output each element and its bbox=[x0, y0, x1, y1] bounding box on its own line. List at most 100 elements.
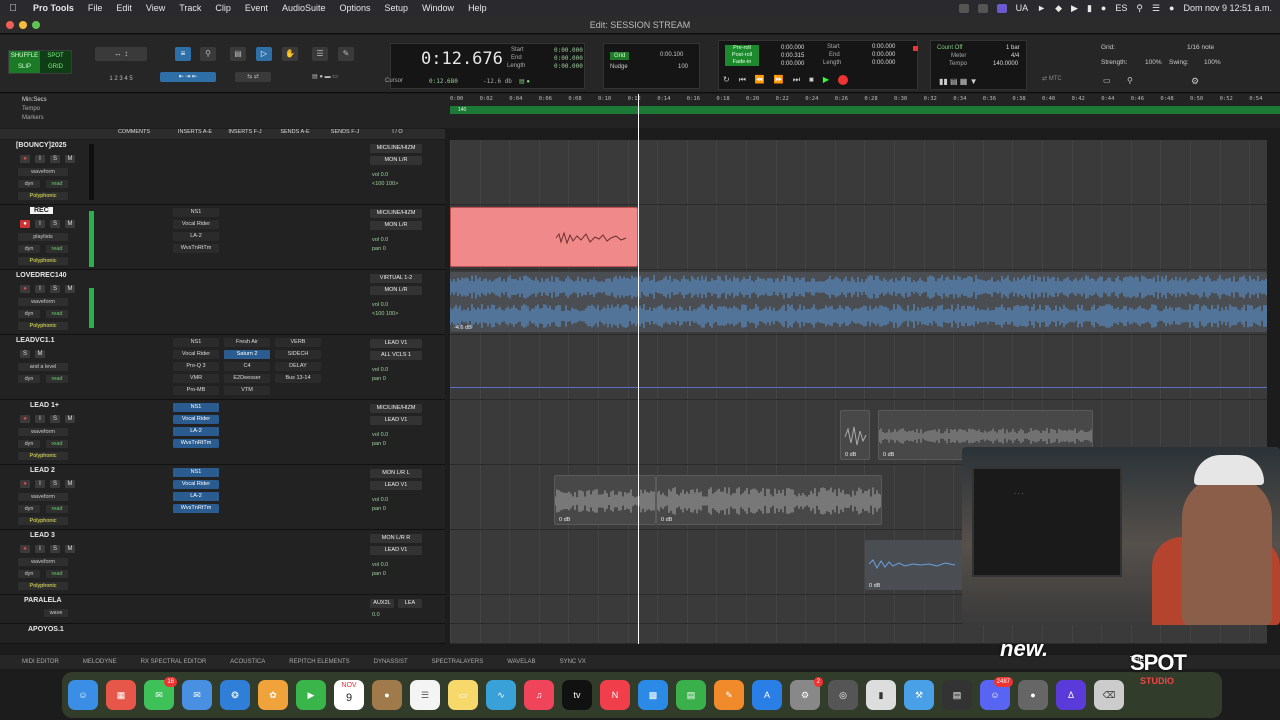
note-value[interactable]: 1/16 note bbox=[1187, 44, 1214, 51]
keyboard-lang[interactable]: ES bbox=[1115, 3, 1127, 13]
insert-slot[interactable]: LA-2 bbox=[173, 492, 219, 501]
insert-slot[interactable]: VMR bbox=[173, 374, 219, 383]
preroll-box[interactable]: Pre-roll Post-roll Fade-in bbox=[725, 45, 759, 66]
vol-value[interactable]: 0.0 bbox=[381, 302, 389, 308]
insert-slot[interactable]: WvsTnRtTm bbox=[173, 439, 219, 448]
status-icon[interactable] bbox=[977, 3, 988, 13]
view-selector[interactable]: waveform bbox=[18, 428, 68, 436]
postroll-value[interactable]: 0:00.315 bbox=[781, 53, 804, 59]
elastic-mode-selector[interactable]: Polyphonic bbox=[18, 322, 68, 330]
record-icon[interactable] bbox=[838, 75, 849, 85]
zoom-window-icon[interactable] bbox=[32, 21, 40, 29]
vol-value[interactable]: 0.0 bbox=[381, 562, 389, 568]
lane-rec[interactable] bbox=[450, 205, 1267, 270]
lane-apoyos[interactable] bbox=[450, 624, 1267, 644]
ruler-minsecs[interactable]: Min:Secs bbox=[4, 96, 47, 105]
dyn-selector[interactable]: dyn bbox=[18, 375, 40, 383]
automation-selector[interactable]: read bbox=[46, 180, 68, 188]
preroll-value[interactable]: 0:00.000 bbox=[781, 45, 804, 51]
record-enable-icon[interactable]: ● bbox=[20, 480, 30, 488]
output-selector[interactable]: LEAD V1 bbox=[370, 481, 422, 490]
menu-event[interactable]: Event bbox=[238, 3, 275, 13]
insert-slot[interactable]: Fresh Air bbox=[224, 338, 270, 347]
track-name[interactable]: LEAD 3 bbox=[30, 532, 55, 539]
wifi-icon[interactable]: ● bbox=[1101, 3, 1106, 13]
transport-end-value[interactable]: 0:00.000 bbox=[872, 52, 895, 58]
vocal-clip[interactable]: 0 dB bbox=[554, 475, 656, 525]
record-enable-icon[interactable]: ● bbox=[20, 545, 30, 553]
freeform-icon[interactable]: ∿ bbox=[486, 680, 516, 710]
track-name[interactable]: LEAD 2 bbox=[30, 467, 55, 474]
track-name[interactable]: [BOUNCY]2025 bbox=[16, 142, 67, 149]
track-name[interactable]: PARALELA bbox=[24, 597, 62, 604]
elastic-mode-selector[interactable]: Polyphonic bbox=[18, 257, 68, 265]
output-selector[interactable]: LEA bbox=[398, 599, 422, 608]
playhead-cursor[interactable] bbox=[638, 94, 639, 644]
fast-forward-icon[interactable]: ⏩ bbox=[774, 75, 784, 85]
recording-clip[interactable] bbox=[450, 207, 638, 267]
dyn-selector[interactable]: dyn bbox=[18, 505, 40, 513]
mute-button[interactable]: M bbox=[65, 155, 75, 163]
insert-slot[interactable]: VTM bbox=[224, 386, 270, 395]
status-icon[interactable] bbox=[958, 3, 969, 13]
col-sends-ae[interactable]: SENDS A-E bbox=[270, 129, 320, 139]
lane-lovedrec140[interactable]: -4.6 dB bbox=[450, 270, 1267, 335]
pages-icon[interactable]: ✎ bbox=[714, 680, 744, 710]
midi-buttons[interactable]: ▮▮ ▤ ▦ ▼ bbox=[939, 77, 978, 86]
menu-audiosuite[interactable]: AudioSuite bbox=[275, 3, 333, 13]
insert-slot[interactable]: Vocal Rider bbox=[173, 480, 219, 489]
insert-slot[interactable]: WvsTnRtTm bbox=[173, 244, 219, 253]
control-center-icon[interactable]: ☰ bbox=[1152, 3, 1160, 14]
input-monitor-button[interactable]: I bbox=[35, 480, 45, 488]
vocal-clip[interactable]: 0 dB bbox=[840, 410, 870, 460]
automation-selector[interactable]: read bbox=[46, 570, 68, 578]
pan-left[interactable]: <100 bbox=[372, 311, 384, 317]
zoom-icon[interactable]: ⚲ bbox=[1127, 76, 1133, 85]
mute-button[interactable]: M bbox=[65, 545, 75, 553]
record-enable-icon[interactable]: ● bbox=[20, 285, 30, 293]
send-slot[interactable]: DELAY bbox=[275, 362, 321, 371]
elastic-mode-selector[interactable]: Polyphonic bbox=[18, 192, 68, 200]
view-selector[interactable]: waveform bbox=[18, 493, 68, 501]
clip-gain[interactable]: 0 dB bbox=[883, 452, 894, 458]
automation-selector[interactable]: read bbox=[46, 310, 68, 318]
track-rec[interactable]: REC ● I S M playlists dyn read Polyphonic N… bbox=[0, 205, 445, 270]
zoom-buttons[interactable]: ↔ ↕ bbox=[95, 47, 147, 61]
fadein-value[interactable]: 0:00.000 bbox=[781, 61, 804, 67]
discord-icon[interactable]: ☺ 2487 bbox=[980, 677, 1013, 710]
input-selector[interactable]: MON L/R L bbox=[370, 469, 422, 478]
volume-icon[interactable]: ► bbox=[1037, 3, 1046, 13]
track-bouncy[interactable]: [BOUNCY]2025 ● I S M waveform dyn read Poly… bbox=[0, 140, 445, 205]
dyn-selector[interactable]: dyn bbox=[18, 245, 40, 253]
track-lead3[interactable]: LEAD 3 ● I S M waveform dyn read Polyphonic… bbox=[0, 530, 445, 595]
menu-app[interactable]: Pro Tools bbox=[26, 3, 81, 13]
elastic-mode-selector[interactable]: Polyphonic bbox=[18, 452, 68, 460]
meter-value[interactable]: 4/4 bbox=[1011, 53, 1019, 59]
track-paralela[interactable]: PARALELA wave AUX2L LEA 0.0 bbox=[0, 595, 445, 624]
col-sends-fj[interactable]: SENDS F-J bbox=[320, 129, 370, 139]
dyn-selector[interactable]: dyn bbox=[18, 180, 40, 188]
plugin-shortcut[interactable]: WAVELAB bbox=[507, 659, 535, 665]
system-settings-icon[interactable]: ⚙ 2 bbox=[790, 677, 823, 710]
app-icon[interactable]: ● bbox=[1018, 680, 1048, 710]
plugin-shortcut[interactable]: REPITCH ELEMENTS bbox=[289, 659, 349, 665]
zoom-presets[interactable]: 1 2 3 4 5 bbox=[95, 72, 147, 86]
settings-icon[interactable]: ⚙ bbox=[1191, 76, 1199, 87]
transport-start-value[interactable]: 0:00.000 bbox=[872, 44, 895, 50]
mute-button[interactable]: M bbox=[65, 285, 75, 293]
pan-value[interactable]: 0 bbox=[383, 441, 386, 447]
zoomer-tool-icon[interactable]: ≡ bbox=[175, 47, 191, 61]
col-io[interactable]: I / O bbox=[370, 129, 425, 139]
photos-icon[interactable]: ✿ bbox=[258, 680, 288, 710]
plugin-shortcut[interactable]: DYNASSIST bbox=[374, 659, 408, 665]
insert-slot[interactable]: NS1 bbox=[173, 468, 219, 477]
mail-icon[interactable]: ✉ bbox=[182, 680, 212, 710]
insert-slot[interactable]: LA-2 bbox=[173, 232, 219, 241]
view-selector[interactable]: wave bbox=[44, 609, 68, 617]
ruler-markers[interactable]: Markers bbox=[4, 114, 47, 123]
control-icon[interactable]: ◆ bbox=[1055, 3, 1062, 14]
apple-menu-icon[interactable]:  bbox=[0, 3, 26, 14]
menu-file[interactable]: File bbox=[81, 3, 110, 13]
insert-slot[interactable]: Vocal Rider bbox=[173, 415, 219, 424]
output-selector[interactable]: MON L/R bbox=[370, 286, 422, 295]
